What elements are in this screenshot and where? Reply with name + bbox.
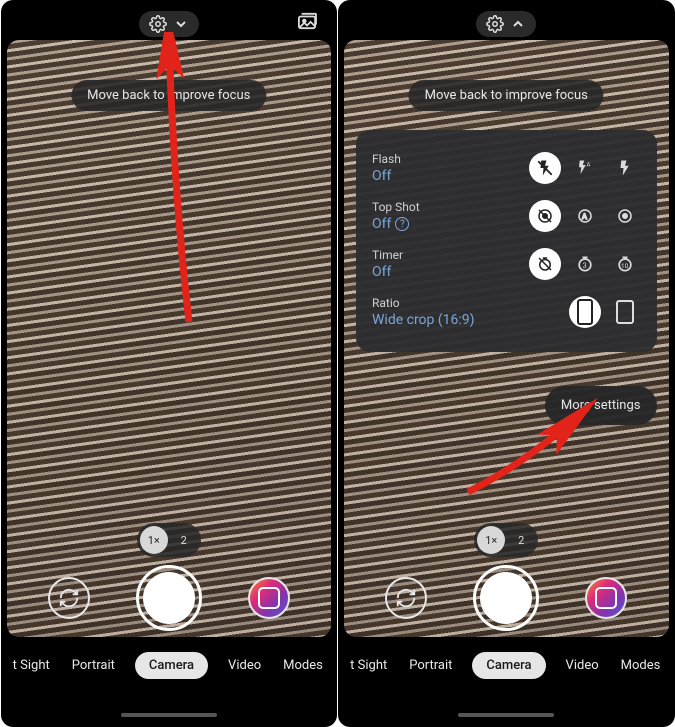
setting-ratio-label: Ratio <box>372 296 475 310</box>
svg-text:A: A <box>582 212 587 221</box>
setting-ratio-row: Ratio Wide crop (16:9) <box>372 288 641 336</box>
ratio-4-3-icon[interactable] <box>609 296 641 328</box>
mode-night-sight[interactable]: t Sight <box>11 652 52 679</box>
svg-text:A: A <box>586 162 590 169</box>
chevron-down-icon <box>173 16 189 32</box>
gesture-nav-bar[interactable] <box>458 713 554 717</box>
setting-topshot-value: Off ? <box>372 216 420 232</box>
quick-settings-panel: Flash Off A Top Shot Off ? <box>356 130 657 352</box>
timer-10s-icon[interactable]: 10 <box>609 248 641 280</box>
shutter-row <box>338 565 675 631</box>
chevron-up-icon <box>510 16 526 32</box>
topshot-auto-icon[interactable]: A <box>569 200 601 232</box>
setting-flash-row: Flash Off A <box>372 144 641 192</box>
svg-text:10: 10 <box>620 262 628 270</box>
gesture-nav-bar[interactable] <box>121 713 217 717</box>
setting-topshot-label: Top Shot <box>372 200 420 214</box>
svg-text:3: 3 <box>582 261 586 270</box>
more-settings-button[interactable]: More settings <box>545 386 657 425</box>
mode-camera[interactable]: Camera <box>472 652 545 679</box>
mode-night-sight[interactable]: t Sight <box>348 652 389 679</box>
mode-portrait[interactable]: Portrait <box>70 652 117 679</box>
mode-selector[interactable]: t Sight Portrait Camera Video Modes <box>1 652 338 679</box>
zoom-1x[interactable]: 1× <box>140 526 168 554</box>
mode-selector[interactable]: t Sight Portrait Camera Video Modes <box>338 652 675 679</box>
settings-chevron-button[interactable] <box>139 11 199 37</box>
mode-video[interactable]: Video <box>226 652 263 679</box>
shutter-row <box>1 565 338 631</box>
zoom-selector[interactable]: 1× 2 <box>137 523 201 557</box>
top-bar <box>1 8 338 40</box>
setting-timer-label: Timer <box>372 248 403 262</box>
timer-3s-icon[interactable]: 3 <box>569 248 601 280</box>
zoom-2x[interactable]: 2 <box>507 526 535 554</box>
timer-off-icon[interactable] <box>529 248 561 280</box>
recent-photo-thumbnail[interactable] <box>248 577 290 619</box>
gear-icon <box>486 15 504 33</box>
setting-flash-value: Off <box>372 168 401 184</box>
mode-camera[interactable]: Camera <box>135 652 208 679</box>
settings-chevron-button[interactable] <box>476 11 536 37</box>
screenshot-left: Move back to improve focus 1× 2 t Sight … <box>1 0 338 727</box>
mode-video[interactable]: Video <box>564 652 601 679</box>
setting-timer-value: Off <box>372 264 403 280</box>
gallery-button[interactable] <box>293 10 321 32</box>
flash-on-icon[interactable] <box>609 152 641 184</box>
ratio-16-9-icon[interactable] <box>569 296 601 328</box>
recent-photo-thumbnail[interactable] <box>585 577 627 619</box>
mode-modes[interactable]: Modes <box>619 652 663 679</box>
gear-icon <box>149 15 167 33</box>
setting-ratio-value: Wide crop (16:9) <box>372 312 475 328</box>
flash-off-icon[interactable] <box>529 152 561 184</box>
zoom-1x[interactable]: 1× <box>477 526 505 554</box>
switch-camera-button[interactable] <box>385 577 427 619</box>
top-bar <box>338 8 675 40</box>
setting-flash-label: Flash <box>372 152 401 166</box>
flash-auto-icon[interactable]: A <box>569 152 601 184</box>
screenshot-right: Move back to improve focus Flash Off A <box>338 0 675 727</box>
zoom-2x[interactable]: 2 <box>170 526 198 554</box>
topshot-on-icon[interactable] <box>609 200 641 232</box>
topshot-off-icon[interactable] <box>529 200 561 232</box>
shutter-button[interactable] <box>136 565 202 631</box>
setting-topshot-row: Top Shot Off ? A <box>372 192 641 240</box>
shutter-button[interactable] <box>473 565 539 631</box>
mode-portrait[interactable]: Portrait <box>407 652 454 679</box>
info-icon[interactable]: ? <box>395 217 409 231</box>
focus-toast: Move back to improve focus <box>71 80 266 111</box>
mode-modes[interactable]: Modes <box>281 652 325 679</box>
zoom-selector[interactable]: 1× 2 <box>474 523 538 557</box>
setting-timer-row: Timer Off 3 10 <box>372 240 641 288</box>
switch-camera-button[interactable] <box>48 577 90 619</box>
focus-toast: Move back to improve focus <box>409 80 604 111</box>
